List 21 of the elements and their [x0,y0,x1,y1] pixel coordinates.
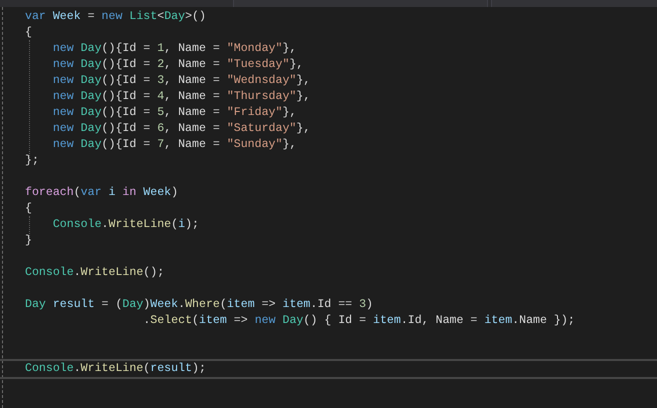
indent-guide [29,216,30,238]
code-line: Console.WriteLine(i); [52,217,199,233]
code-line: new Day(){Id = 1, Name = "Monday"}, [52,41,296,57]
code-line: new Day(){Id = 4, Name = "Thursday"}, [52,89,310,105]
code-line: Console.WriteLine(result); [25,361,206,377]
code-line: new Day(){Id = 2, Name = "Tuesday"}, [52,57,304,73]
code-line: { [25,25,32,41]
navigation-dropdown[interactable] [233,0,488,7]
code-line: Day result = (Day)Week.Where(item => item.Id == 3) [25,297,374,313]
code-line: foreach(var i in Week) [25,185,178,201]
code-line: var Week = new List<Day>() [25,9,206,25]
code-line: .Select(item => new Day() { Id = item.Id, Name = item.Name }); [143,313,575,329]
code-line: } [25,233,32,249]
code-line: }; [25,153,39,169]
code-line: new Day(){Id = 3, Name = "Wednsday"}, [52,73,310,89]
code-line: new Day(){Id = 7, Name = "Sunday"}, [52,137,296,153]
code-line: new Day(){Id = 5, Name = "Friday"}, [52,105,296,121]
navigation-dropdown[interactable] [491,0,657,7]
code-line: new Day(){Id = 6, Name = "Saturday"}, [52,121,310,137]
code-line: Console.WriteLine(); [25,265,164,281]
code-line: { [25,201,32,217]
